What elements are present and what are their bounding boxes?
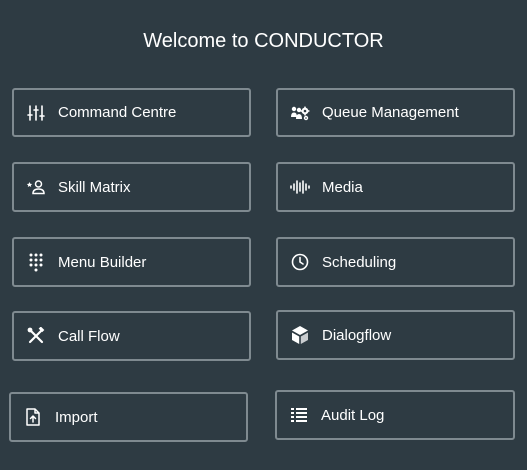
- import-label: Import: [55, 408, 98, 426]
- dialpad-icon: [26, 252, 46, 272]
- call-flow-button[interactable]: Call Flow: [12, 311, 251, 361]
- command-centre-button[interactable]: Command Centre: [12, 88, 251, 137]
- queue-management-label: Queue Management: [322, 104, 459, 121]
- skill-matrix-label: Skill Matrix: [58, 178, 131, 196]
- menu-builder-label: Menu Builder: [58, 253, 147, 271]
- scheduling-label: Scheduling: [322, 253, 397, 271]
- queue-management-button[interactable]: Queue Management: [276, 88, 515, 137]
- command-centre-label: Command Centre: [58, 104, 177, 121]
- person-star-icon: [26, 177, 46, 197]
- menu-builder-button[interactable]: Menu Builder: [12, 237, 251, 287]
- audit-log-button[interactable]: Audit Log: [275, 390, 515, 440]
- clock-icon: [290, 252, 310, 272]
- import-button[interactable]: Import: [9, 392, 248, 442]
- media-button[interactable]: Media: [276, 162, 515, 212]
- waveform-icon: [290, 177, 310, 197]
- call-flow-label: Call Flow: [58, 327, 120, 345]
- dialogflow-button[interactable]: Dialogflow: [276, 310, 515, 360]
- audit-log-label: Audit Log: [321, 406, 385, 424]
- media-label: Media: [322, 178, 363, 196]
- dialogflow-label: Dialogflow: [322, 326, 392, 344]
- dialogflow-icon: [290, 325, 310, 345]
- list-icon: [289, 405, 309, 425]
- page-title: Welcome to CONDUCTOR: [143, 30, 384, 52]
- skill-matrix-button[interactable]: Skill Matrix: [12, 162, 251, 212]
- sliders-icon: [26, 103, 46, 123]
- group-settings-icon: [290, 103, 310, 123]
- scheduling-button[interactable]: Scheduling: [276, 237, 515, 287]
- welcome-screen: Welcome to CONDUCTOR Command Centre Queu…: [0, 0, 527, 470]
- tools-icon: [26, 326, 46, 346]
- file-upload-icon: [23, 407, 43, 427]
